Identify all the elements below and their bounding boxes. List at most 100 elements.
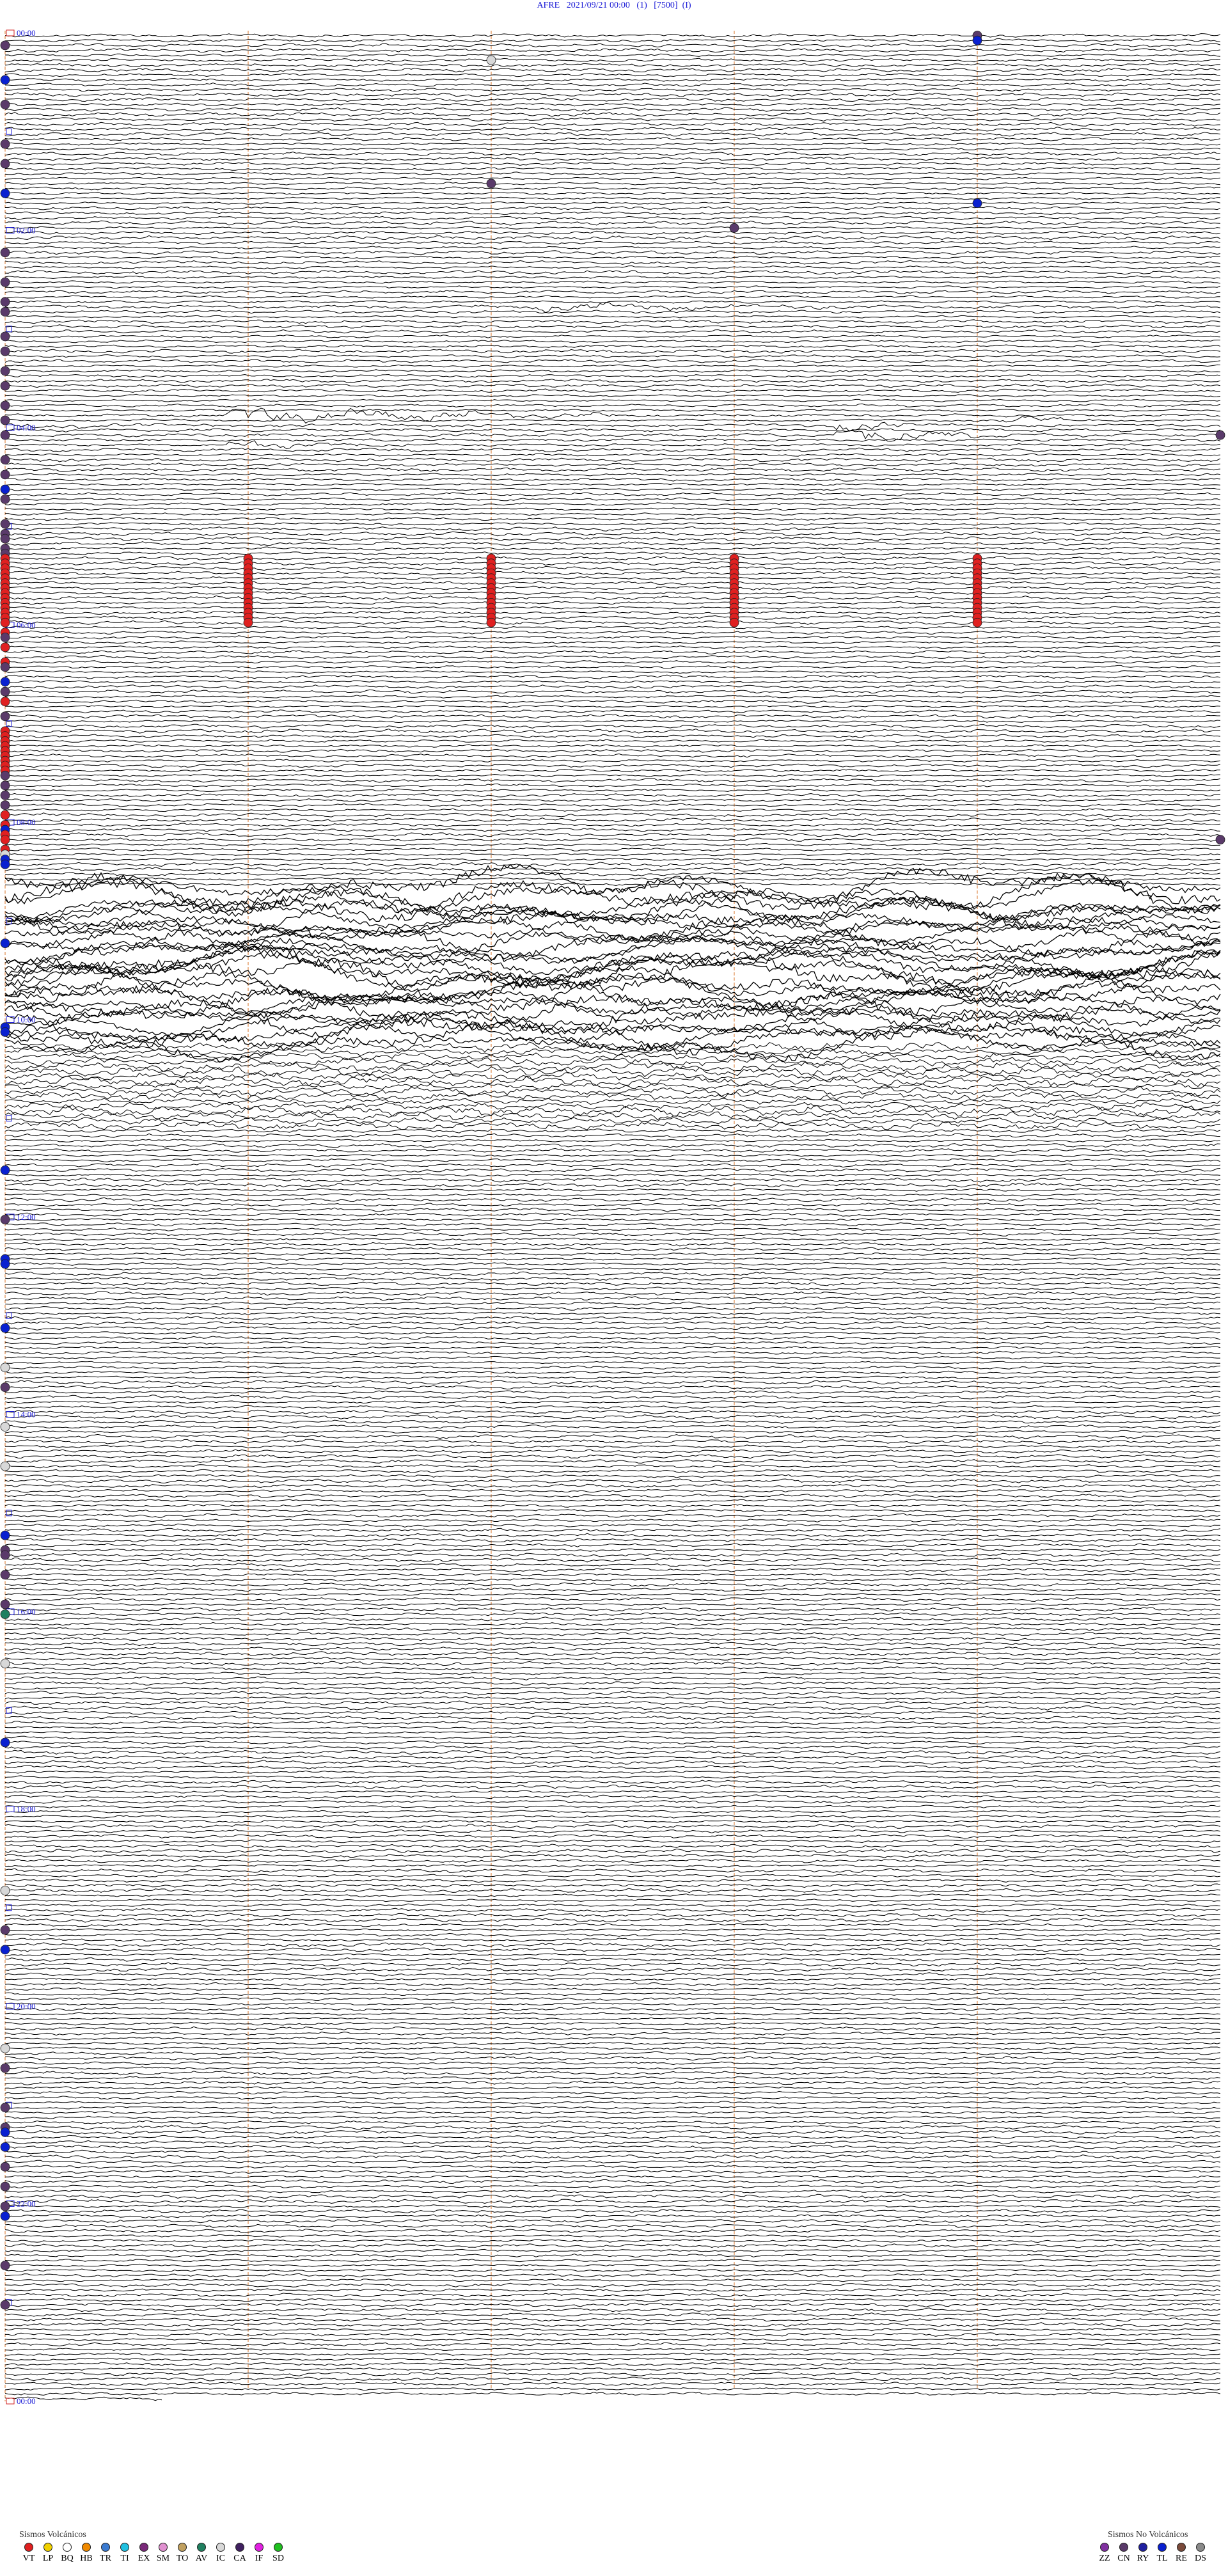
seismic-trace — [4, 1582, 1221, 1587]
hour-label: 12:00 — [17, 1212, 36, 1222]
event-marker-cn — [0, 470, 10, 480]
seismic-trace — [4, 1252, 1221, 1256]
seismic-trace — [4, 1296, 1221, 1301]
seismic-trace — [4, 546, 1221, 551]
event-marker-cn — [0, 297, 10, 307]
seismic-trace — [4, 635, 1221, 640]
seismic-trace — [4, 1567, 1221, 1572]
seismic-trace — [4, 1755, 1221, 1760]
seismic-trace — [4, 1066, 1221, 1077]
seismic-trace — [4, 1203, 1221, 1207]
seismic-trace — [4, 610, 1221, 615]
event-marker-ic — [0, 1461, 10, 1471]
legend-code: TI — [120, 2554, 129, 2563]
seismic-trace — [4, 2031, 1221, 2036]
seismic-trace — [4, 551, 1221, 556]
seismic-trace — [4, 319, 1221, 324]
seismic-trace — [4, 359, 1221, 363]
seismic-trace — [4, 576, 1221, 580]
seismic-trace — [4, 1483, 1221, 1489]
seismic-trace — [4, 1139, 1221, 1142]
hour-label: 00:00 — [17, 28, 36, 38]
event-marker-cn — [729, 223, 739, 233]
seismic-trace — [4, 565, 1221, 571]
seismic-trace — [4, 440, 1221, 450]
seismic-trace — [5, 453, 1221, 457]
seismic-trace — [4, 1686, 1221, 1690]
seismic-trace — [4, 660, 1221, 664]
seismic-trace — [4, 1075, 1221, 1087]
seismic-trace — [4, 1237, 1221, 1242]
event-marker-cn — [486, 178, 496, 189]
seismic-trace — [4, 808, 1221, 812]
seismic-trace — [4, 1602, 1221, 1606]
seismic-trace — [4, 748, 1221, 753]
seismic-trace — [4, 2041, 1221, 2046]
seismic-trace — [4, 1188, 1221, 1192]
legend-dot-icon — [255, 2543, 264, 2552]
event-marker-tl — [0, 1027, 10, 1037]
seismic-trace — [4, 654, 1221, 660]
seismic-trace — [4, 201, 1221, 205]
seismic-trace — [4, 2154, 1221, 2160]
seismic-trace — [4, 339, 1220, 344]
seismic-trace — [4, 1469, 1221, 1473]
event-marker-vt — [0, 697, 10, 707]
seismic-trace — [4, 473, 1221, 477]
seismic-trace — [4, 1361, 1220, 1364]
seismic-trace — [4, 1977, 1221, 1982]
seismic-trace — [4, 1197, 1221, 1203]
seismic-trace — [4, 1449, 1221, 1454]
seismic-trace — [4, 2169, 1221, 2174]
seismic-trace — [5, 512, 1221, 516]
seismic-trace — [4, 344, 1221, 349]
event-marker-tl — [0, 188, 10, 198]
seismic-trace — [4, 2160, 1221, 2164]
legend-dot-icon — [274, 2543, 283, 2552]
seismic-trace — [4, 1098, 1221, 1105]
event-marker-cn — [0, 2063, 10, 2073]
seismic-trace — [4, 1311, 1221, 1315]
seismic-trace — [4, 670, 1221, 674]
seismic-trace — [4, 2165, 1221, 2169]
seismic-trace — [4, 1947, 1221, 1952]
seismic-trace — [4, 2017, 1221, 2021]
seismic-trace — [4, 1128, 1221, 1134]
event-marker-cn — [0, 790, 10, 800]
legend-volcanic-item-bq: BQ — [58, 2543, 77, 2564]
seismic-trace — [4, 768, 1220, 773]
legend-code: IC — [216, 2554, 225, 2563]
seismic-trace — [4, 1341, 1221, 1345]
event-marker-cn — [0, 1215, 10, 1224]
seismic-trace — [4, 968, 1221, 1016]
seismic-trace — [4, 53, 1221, 58]
seismic-trace — [4, 1681, 1220, 1686]
hour-label: 08:00 — [17, 818, 36, 827]
seismic-trace — [4, 58, 1221, 63]
seismic-trace — [4, 216, 1221, 221]
seismic-trace — [4, 2199, 1221, 2204]
hour-labels: 00:00 02:00 04:00 06:00 08:00 10:00 12:00 14:00… — [6, 28, 36, 2406]
seismic-trace — [4, 963, 1221, 1002]
seismic-trace — [4, 1543, 1221, 1547]
seismic-trace — [4, 1824, 1221, 1829]
seismic-trace — [4, 913, 1221, 944]
hour-tick — [6, 29, 15, 36]
seismic-trace — [4, 2051, 1221, 2055]
event-marker-tl — [972, 35, 982, 45]
seismic-trace — [4, 1888, 1221, 1893]
seismic-trace — [4, 310, 1221, 314]
event-marker-cn — [0, 770, 10, 780]
seismic-trace — [4, 640, 1221, 644]
seismic-trace — [4, 1528, 1221, 1533]
seismic-trace — [4, 2282, 1221, 2288]
seismic-trace — [4, 1424, 1221, 1429]
seismic-trace — [4, 665, 1221, 669]
seismic-trace — [4, 1553, 1221, 1558]
seismic-trace — [4, 729, 1220, 734]
seismic-trace — [4, 1854, 1221, 1858]
seismic-trace — [4, 2239, 1221, 2243]
legend-dot-icon — [216, 2543, 225, 2552]
seismic-trace — [4, 1780, 1221, 1785]
event-marker-tl — [0, 2127, 10, 2137]
